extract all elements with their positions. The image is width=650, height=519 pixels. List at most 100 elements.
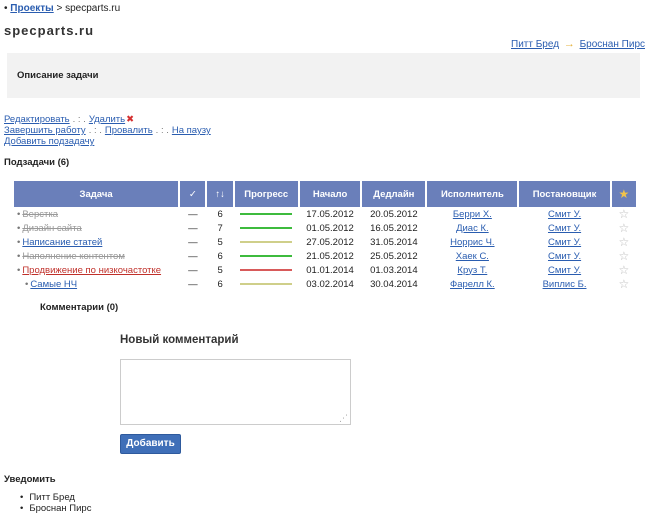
creator-link[interactable]: Смит У. [548,251,581,262]
assignee-link[interactable]: Норрис Ч. [450,237,494,248]
deadline-cell: 25.05.2012 [370,250,418,262]
comments-title: Комментарии (0) [40,302,119,313]
creator-cell: Виплис Б. [519,277,609,291]
breadcrumb-projects-link[interactable]: Проекты [10,3,53,14]
task-cell: • Написание статей [14,235,178,249]
bullet-icon: • [17,264,21,276]
star-outline-icon[interactable]: ☆ [618,207,629,221]
star-outline-icon[interactable]: ☆ [618,263,629,277]
col-task[interactable]: Задача [14,181,179,207]
check-cell[interactable]: — [180,207,205,221]
task-link[interactable]: Написание статей [22,237,102,248]
resize-grip-icon[interactable]: ⋰ [339,413,348,424]
add-comment-button[interactable]: Добавить [120,434,181,454]
progress-cell [235,221,298,235]
deadline-cell: 30.04.2014 [370,278,418,290]
star-outline-icon[interactable]: ☆ [618,249,629,263]
task-link[interactable]: Продвижение по низкочастотке [22,265,161,276]
check-cell[interactable]: — [180,249,205,263]
progress-cell [235,263,298,277]
favorite-cell: ☆ [612,249,636,263]
bullet-icon: • [17,250,21,262]
owner-link[interactable]: Питт Бред [511,39,559,50]
task-link[interactable]: Дизайн сайта [22,223,81,234]
breadcrumb-separator: > [53,3,66,14]
col-creator[interactable]: Постановщик [519,181,610,207]
creator-cell: Смит У. [519,263,609,277]
task-cell: • Верстка [14,207,178,221]
creator-link[interactable]: Виплис Б. [543,279,587,290]
creator-link[interactable]: Смит У. [548,265,581,276]
favorite-cell: ☆ [612,207,636,221]
col-assignee[interactable]: Исполнитель [427,181,518,207]
breadcrumb: • Проекты > specparts.ru [4,3,120,14]
arrow-right-icon: → [563,38,575,50]
creator-cell: Смит У. [519,235,609,249]
bullet-icon: • [17,236,21,248]
col-priority[interactable]: ↑↓ [207,181,233,207]
separator: . : . [88,125,102,136]
deadline-cell: 31.05.2014 [370,236,418,248]
priority-cell: 6 [217,250,223,262]
favorite-cell: ☆ [612,277,636,291]
breadcrumb-current: specparts.ru [65,3,121,14]
creator-cell: Смит У. [519,221,609,235]
assignee-link[interactable]: Фарелл К. [450,279,495,290]
priority-cell: 6 [217,278,223,290]
deadline-cell: 16.05.2012 [370,222,418,234]
delete-link[interactable]: Удалить [89,114,125,125]
progress-bar [240,268,293,271]
priority-cell: 5 [217,236,223,248]
favorite-cell: ☆ [612,263,636,277]
col-deadline[interactable]: Дедлайн [362,181,426,207]
creator-link[interactable]: Смит У. [548,209,581,220]
assignee-link[interactable]: Броснан Пирс [580,39,645,50]
pause-link[interactable]: На паузу [172,125,211,136]
col-favorite[interactable]: ★ [611,181,636,207]
creator-link[interactable]: Смит У. [548,237,581,248]
priority-cell: 7 [217,222,223,234]
progress-bar [240,282,293,285]
progress-cell [235,235,298,249]
task-link[interactable]: Верстка [22,209,58,220]
progress-bar [240,226,293,229]
new-comment-title: Новый комментарий [120,334,239,346]
check-cell[interactable]: — [180,221,205,235]
task-cell: • Продвижение по низкочастотке [14,263,178,277]
edit-link[interactable]: Редактировать [4,114,70,125]
task-link[interactable]: Наполнение контентом [22,251,125,262]
finish-work-link[interactable]: Завершить работу [4,125,86,136]
col-check[interactable]: ✓ [180,181,206,207]
check-cell[interactable]: — [180,235,205,249]
delete-x-icon[interactable]: ✖ [126,114,134,125]
assignee-link[interactable]: Хаек С. [456,251,489,262]
fail-link[interactable]: Провалить [105,125,153,136]
task-people: Питт Бред → Броснан Пирс [511,38,645,50]
assignee-cell: Хаек С. [427,249,517,263]
task-link[interactable]: Самые НЧ [30,279,77,290]
start-cell: 01.01.2014 [306,264,354,276]
notify-item: Броснан Пирс [20,503,91,514]
star-outline-icon[interactable]: ☆ [618,277,629,291]
assignee-cell: Берри Х. [427,207,517,221]
deadline-cell: 01.03.2014 [370,264,418,276]
check-cell[interactable]: — [180,277,205,291]
comment-textarea[interactable] [120,359,351,425]
page-title: specparts.ru [4,23,95,38]
star-outline-icon[interactable]: ☆ [618,221,629,235]
progress-bar [240,254,293,257]
star-outline-icon[interactable]: ☆ [618,235,629,249]
add-subtask-link[interactable]: Добавить подзадачу [4,136,94,147]
bullet-icon: • [17,222,21,234]
assignee-link[interactable]: Круз Т. [457,265,487,276]
assignee-link[interactable]: Берри Х. [453,209,492,220]
check-cell[interactable]: — [180,263,205,277]
col-progress[interactable]: Прогресс [234,181,298,207]
favorite-cell: ☆ [612,235,636,249]
col-start[interactable]: Начало [299,181,361,207]
creator-link[interactable]: Смит У. [548,223,581,234]
assignee-link[interactable]: Диас К. [456,223,489,234]
table-row: • Дизайн сайта —7 01.05.2012 16.05.2012 Диас … [14,221,636,235]
priority-cell: 5 [217,264,223,276]
start-cell: 27.05.2012 [306,236,354,248]
